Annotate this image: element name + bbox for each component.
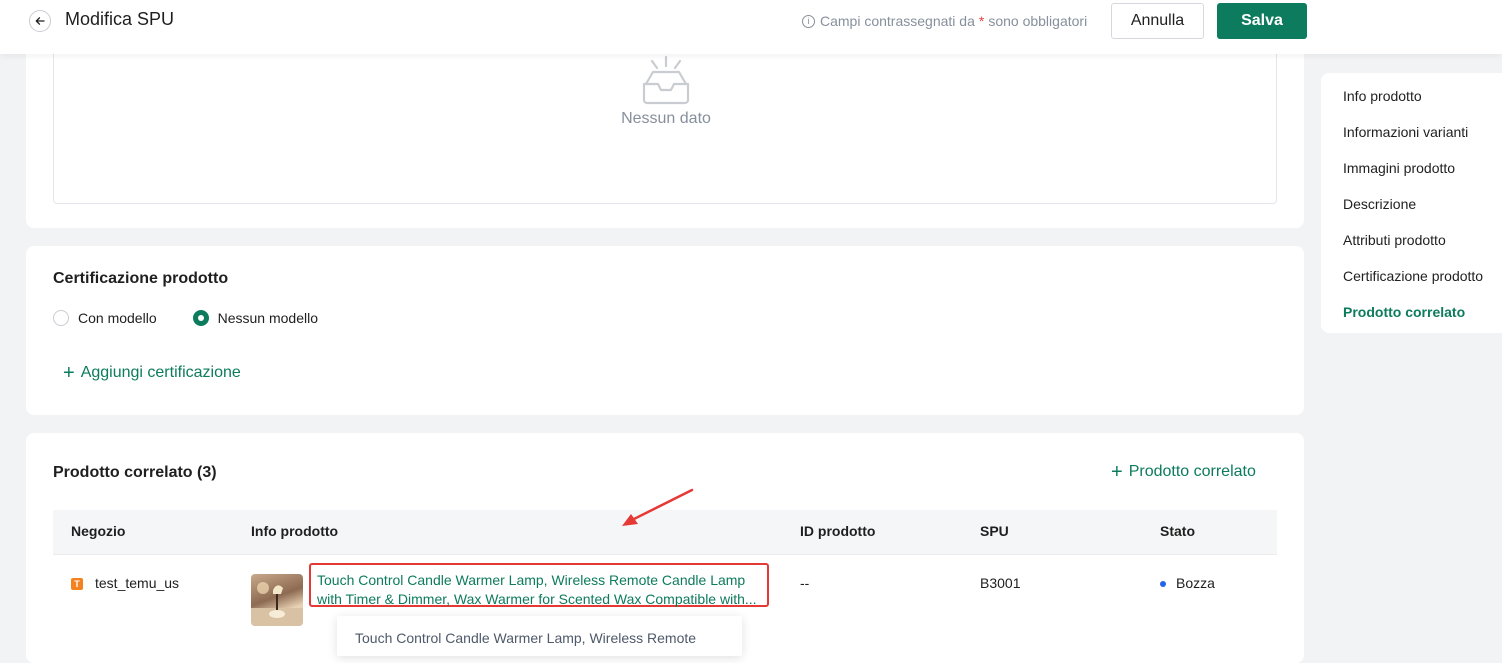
required-star: * [978,13,985,29]
nav-item-info-prodotto[interactable]: Info prodotto [1343,88,1422,104]
section-nav: Info prodotto Informazioni varianti Imma… [1321,73,1502,333]
column-header-status: Stato [1160,523,1195,539]
radio-con-modello[interactable] [53,310,69,326]
annotation-arrow-icon [622,488,694,526]
cancel-button[interactable]: Annulla [1111,3,1204,39]
info-icon: i [802,14,815,28]
empty-state-text: Nessun dato [621,110,711,127]
column-header-shop: Negozio [71,523,126,539]
spu-cell: B3001 [980,575,1021,591]
radio-nessun-modello[interactable] [192,310,209,326]
shop-cell: Ttest_temu_us [71,575,179,591]
variants-card: Nessun dato [26,40,1304,228]
related-products-title: Prodotto correlato (3) [53,464,217,481]
add-related-product-button[interactable]: + Prodotto correlato [1111,461,1256,483]
empty-table: Nessun dato [53,40,1277,204]
nav-item-prodotto-correlato[interactable]: Prodotto correlato [1343,304,1465,320]
product-id-cell: -- [800,575,810,591]
product-title-link[interactable]: Touch Control Candle Warmer Lamp, Wirele… [309,563,769,607]
radio-label[interactable]: Nessun modello [218,310,318,326]
nav-item-attributi-prodotto[interactable]: Attributi prodotto [1343,232,1446,248]
status-cell: Bozza [1160,575,1215,591]
certification-radio-group: Con modello Nessun modello [53,310,354,326]
arrow-left-icon [35,17,45,25]
product-title-tooltip: Touch Control Candle Warmer Lamp, Wirele… [337,616,742,656]
nav-item-informazioni-varianti[interactable]: Informazioni varianti [1343,124,1468,140]
nav-item-certificazione-prodotto[interactable]: Certificazione prodotto [1343,268,1483,284]
back-button[interactable] [29,10,51,32]
add-certification-button[interactable]: + Aggiungi certificazione [63,362,241,384]
certification-card: Certificazione prodotto Con modello Ness… [26,246,1304,415]
lamp-image-icon [251,582,303,626]
required-fields-note: i Campi contrassegnati da * sono obbliga… [802,13,1087,29]
page-header: Modifica SPU i Campi contrassegnati da *… [0,0,1502,54]
column-header-product-info: Info prodotto [251,523,339,539]
plus-icon: + [63,362,75,384]
column-header-spu: SPU [980,523,1009,539]
page-title: Modifica SPU [65,9,175,29]
save-button[interactable]: Salva [1217,3,1307,39]
nav-item-descrizione[interactable]: Descrizione [1343,196,1416,212]
radio-label[interactable]: Con modello [78,310,157,326]
certification-title: Certificazione prodotto [53,270,229,287]
empty-inbox-icon [642,55,690,105]
column-header-product-id: ID prodotto [800,523,876,539]
product-thumbnail[interactable] [251,574,303,626]
plus-icon: + [1111,461,1123,483]
tooltip-text: Touch Control Candle Warmer Lamp, Wirele… [355,630,697,646]
nav-item-immagini-prodotto[interactable]: Immagini prodotto [1343,160,1455,176]
status-dot-icon [1160,581,1166,588]
status-badge: Bozza [1176,575,1215,591]
temu-shop-icon: T [71,578,83,591]
